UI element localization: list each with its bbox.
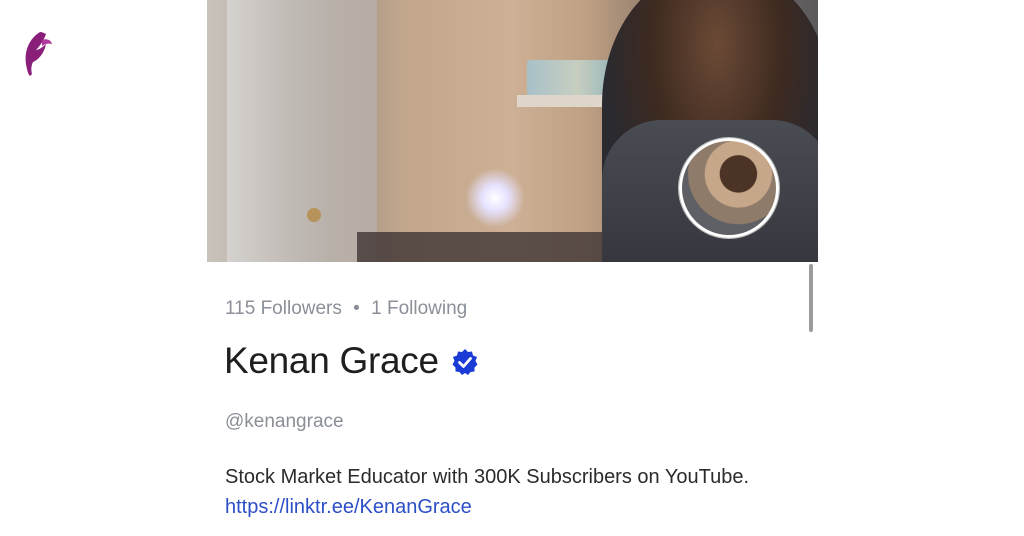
scrollbar[interactable] <box>809 264 813 332</box>
verified-badge-icon <box>452 349 478 375</box>
followers-count[interactable]: 115 <box>225 298 255 319</box>
bio-text: Stock Market Educator with 300K Subscrib… <box>225 466 749 488</box>
username-handle: @kenangrace <box>225 411 344 432</box>
followers-label[interactable]: Followers <box>261 298 342 319</box>
profile-card: 115 Followers • 1 Following Kenan Grace … <box>207 0 818 536</box>
avatar[interactable] <box>679 138 779 238</box>
name-row: Kenan Grace <box>224 340 479 382</box>
following-count[interactable]: 1 <box>371 298 382 319</box>
follow-stats: 115 Followers • 1 Following <box>225 298 467 320</box>
feather-logo-icon <box>25 32 52 76</box>
bio-link[interactable]: https://linktr.ee/KenanGrace <box>225 496 472 518</box>
bio: Stock Market Educator with 300K Subscrib… <box>225 462 785 522</box>
stats-separator: • <box>353 298 360 319</box>
following-label[interactable]: Following <box>387 298 467 319</box>
display-name: Kenan Grace <box>224 340 439 381</box>
